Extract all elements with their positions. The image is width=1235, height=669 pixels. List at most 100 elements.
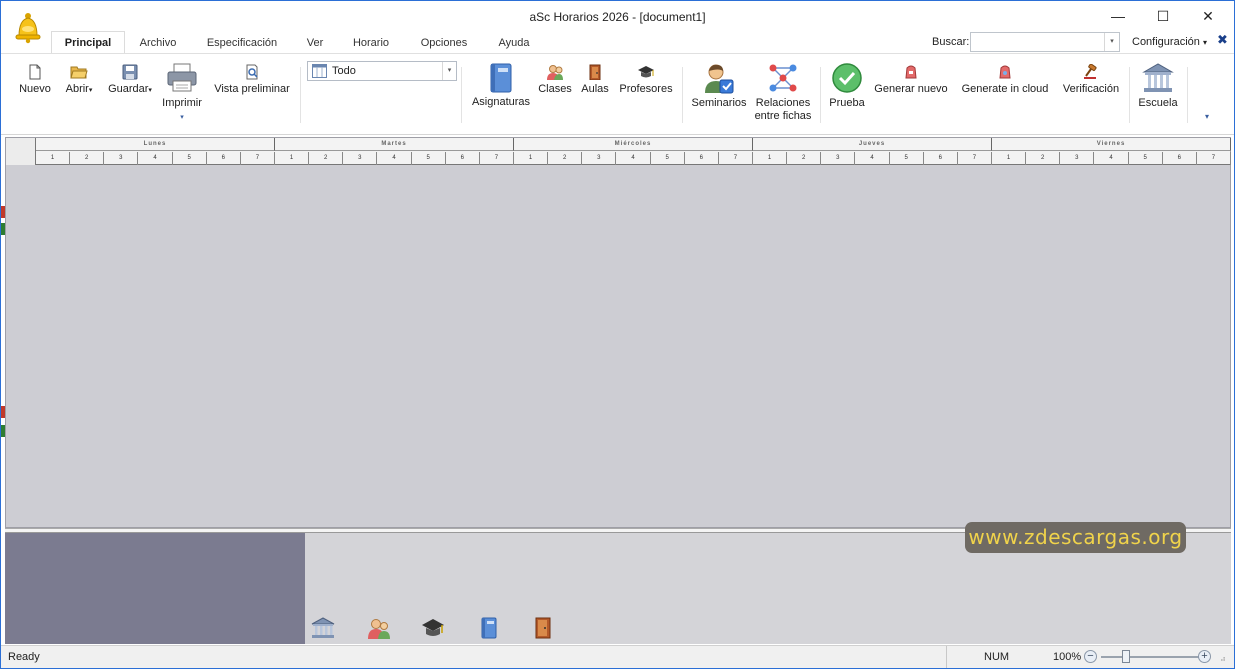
verificacion-button[interactable]: Verificación (1059, 64, 1123, 96)
zoom-level: 100% (1053, 651, 1082, 663)
timetable-period-header: 4 (377, 152, 412, 165)
title-bar: aSc Horarios 2026 - [document1] — ☐ ✕ (1, 1, 1234, 31)
close-button[interactable]: ✕ (1186, 4, 1230, 28)
filter-combo[interactable]: Todo ▾ (307, 61, 457, 81)
escuela-button[interactable]: Escuela (1135, 62, 1181, 110)
class-students-icon[interactable] (367, 617, 391, 639)
abrir-button[interactable]: Abrir▾ (61, 64, 97, 97)
document-close-icon[interactable]: ✖ (1217, 32, 1228, 48)
aulas-label: Aulas (581, 83, 609, 95)
timetable-period-header: 5 (412, 152, 446, 165)
timetable-period-header: 7 (241, 152, 275, 165)
generate-icon (905, 65, 917, 79)
timetable-period-header: 7 (719, 152, 753, 165)
timetable-period-header: 2 (70, 152, 105, 165)
clases-button[interactable]: Clases (538, 64, 572, 96)
close-icon: ✕ (1202, 7, 1214, 24)
imprimir-label: Imprimir (162, 97, 202, 109)
timetable-grid[interactable]: Lunes 1 2 3 4 5 6 7 Martes 1 2 3 4 5 6 7 Miércoles 1 2 3 4 5 6… (5, 137, 1231, 528)
print-preview-icon (246, 64, 258, 80)
nuevo-button[interactable]: Nuevo (17, 64, 53, 96)
timetable-period-header: 4 (616, 152, 651, 165)
maximize-button[interactable]: ☐ (1141, 4, 1185, 28)
profesores-button[interactable]: Profesores (618, 64, 674, 96)
generate-in-cloud-button[interactable]: Generate in cloud (957, 64, 1053, 96)
timetable-period-header: 2 (548, 152, 583, 165)
timetable-day-header: Jueves (753, 138, 992, 151)
ribbon-divider (300, 67, 301, 123)
timetable-period-header: 6 (446, 152, 480, 165)
prueba-button[interactable]: Prueba (827, 62, 867, 110)
minimize-icon: — (1111, 8, 1125, 24)
asignaturas-button[interactable]: Asignaturas (469, 63, 533, 109)
vista-preliminar-label: Vista preliminar (214, 83, 290, 95)
timetable-period-header: 1 (275, 152, 310, 165)
door-icon[interactable] (533, 617, 553, 639)
timetable-day-header: Viernes (992, 138, 1231, 151)
timetable-day-header: Martes (275, 138, 514, 151)
guardar-button[interactable]: Guardar▾ (105, 64, 155, 97)
verificacion-label: Verificación (1062, 83, 1120, 95)
ribbon-divider (1187, 67, 1188, 123)
chevron-down-icon: ▾ (180, 114, 184, 121)
aulas-button[interactable]: Aulas (579, 64, 611, 96)
search-input[interactable]: ▾ (970, 32, 1120, 52)
seminarios-button[interactable]: Seminarios (689, 62, 749, 110)
resize-grip-icon[interactable]: ⣠ (1220, 652, 1230, 662)
zoom-slider-thumb[interactable] (1122, 650, 1130, 663)
prueba-label: Prueba (829, 97, 865, 109)
status-bar: Ready NUM 100% − + ⣠ (1, 645, 1234, 668)
chevron-down-icon: ▾ (148, 87, 152, 94)
guardar-label: Guardar (108, 83, 149, 95)
timetable-period-header: 5 (890, 152, 924, 165)
relations-network-icon (769, 64, 797, 92)
cards-left-panel[interactable] (5, 533, 305, 644)
timetable-period-header: 4 (138, 152, 173, 165)
timetable-period-header: 6 (924, 152, 958, 165)
timetable-period-header: 6 (1163, 152, 1197, 165)
chevron-down-icon: ▾ (88, 87, 93, 94)
relaciones-button[interactable]: Relaciones entre fichas (751, 62, 815, 123)
timetable-period-header: 4 (1094, 152, 1129, 165)
zoom-slider-track[interactable] (1101, 656, 1199, 658)
chevron-down-icon: ▾ (1202, 38, 1207, 47)
class-students-icon (547, 65, 563, 80)
timetable-period-header: 1 (992, 152, 1027, 165)
status-divider (946, 646, 947, 668)
tab-ver[interactable]: Ver (299, 32, 331, 54)
imprimir-button[interactable]: Imprimir ▾ (159, 62, 205, 124)
zoom-out-button[interactable]: − (1084, 650, 1097, 663)
vista-preliminar-button[interactable]: Vista preliminar (210, 64, 294, 96)
ribbon-divider (461, 67, 462, 123)
tab-especificacion[interactable]: Especificación (199, 32, 285, 54)
filter-combo-dropdown-icon[interactable]: ▾ (442, 62, 456, 80)
minimize-button[interactable]: — (1096, 4, 1140, 28)
timetable-period-header: 3 (1060, 152, 1095, 165)
tab-horario[interactable]: Horario (345, 32, 397, 54)
filter-combo-value: Todo (332, 65, 356, 77)
tab-principal[interactable]: Principal (51, 31, 125, 54)
timetable-period-header: 2 (309, 152, 344, 165)
tab-ayuda[interactable]: Ayuda (491, 32, 537, 54)
book-icon[interactable] (479, 617, 499, 639)
relaciones-label-line2: entre fichas (754, 110, 812, 122)
timetable-period-header: 1 (36, 152, 71, 165)
configuracion-label: Configuración (1132, 36, 1200, 48)
configuracion-menu[interactable]: Configuración ▾ (1132, 36, 1207, 48)
zoom-in-button[interactable]: + (1198, 650, 1211, 663)
timetable-period-header: 4 (855, 152, 890, 165)
timetable-period-header: 7 (480, 152, 514, 165)
ribbon-more-icon[interactable]: ▾ (1201, 110, 1213, 123)
timetable-day-header: Lunes (36, 138, 275, 151)
timetable-period-header: 2 (1026, 152, 1061, 165)
generar-nuevo-button[interactable]: Generar nuevo (872, 64, 950, 96)
door-icon (589, 64, 601, 80)
tab-archivo[interactable]: Archivo (131, 32, 185, 54)
generar-nuevo-label: Generar nuevo (874, 83, 948, 95)
school-building-icon[interactable] (311, 617, 335, 639)
tab-opciones[interactable]: Opciones (413, 32, 475, 54)
search-dropdown-icon[interactable]: ▾ (1104, 33, 1119, 51)
graduation-cap-icon[interactable] (421, 617, 445, 639)
profesores-label: Profesores (619, 83, 673, 95)
clases-label: Clases (538, 83, 572, 95)
